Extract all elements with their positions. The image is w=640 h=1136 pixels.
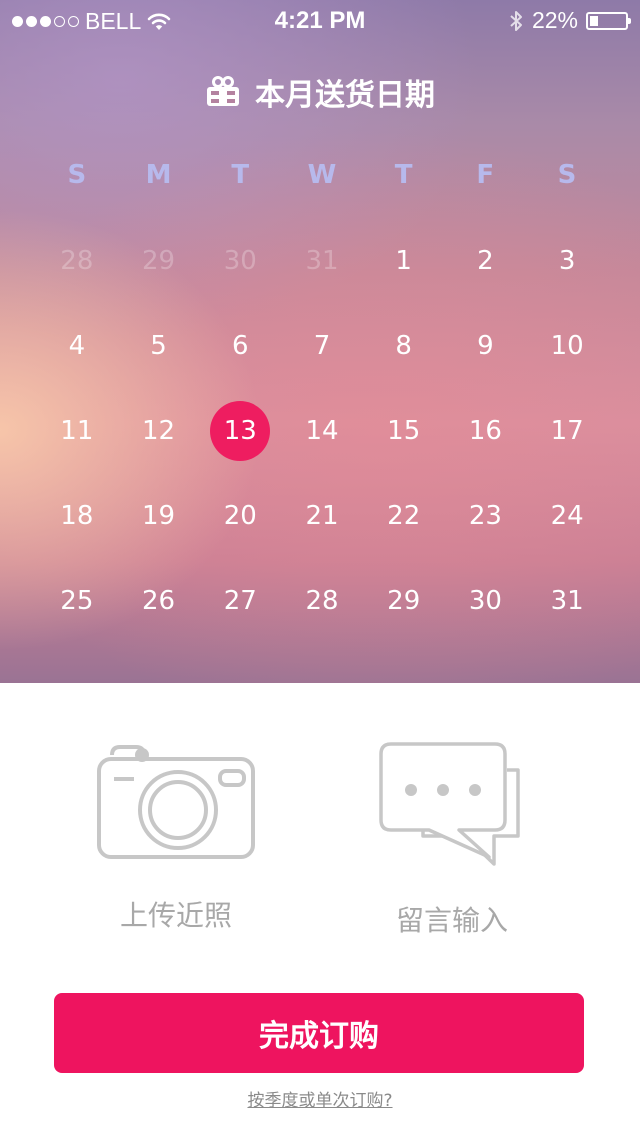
calendar-day-number: 10 <box>550 330 584 361</box>
calendar-day[interactable]: 8 <box>363 303 445 388</box>
calendar-day-number: 13 <box>223 415 257 446</box>
calendar-day-number: 23 <box>468 500 502 531</box>
calendar-day[interactable]: 21 <box>281 473 363 558</box>
calendar-day-number: 30 <box>223 245 257 276</box>
calendar-day-number: 21 <box>305 500 339 531</box>
weekday-label: M <box>145 160 172 190</box>
calendar-day-number: 26 <box>142 585 176 616</box>
calendar-day-number: 6 <box>232 330 249 361</box>
calendar-day-number: 17 <box>550 415 584 446</box>
calendar-day[interactable]: 17 <box>526 388 608 473</box>
calendar-day[interactable]: 15 <box>363 388 445 473</box>
calendar-day[interactable]: 3 <box>526 218 608 303</box>
complete-order-button[interactable]: 完成订购 <box>54 993 584 1073</box>
calendar-day-number: 27 <box>223 585 257 616</box>
weekday-label: T <box>394 160 413 190</box>
calendar-day-number: 4 <box>68 330 86 361</box>
upload-photo-label: 上传近照 <box>119 899 232 932</box>
weekday-header: S M T W T F S <box>36 160 608 190</box>
calendar-day-number: 3 <box>558 245 576 276</box>
calendar-day[interactable]: 27 <box>199 558 281 643</box>
calendar-day-number: 31 <box>305 245 339 276</box>
weekday-label: F <box>476 160 495 190</box>
chat-bubbles-icon <box>379 742 520 866</box>
weekday-label: S <box>557 160 577 190</box>
calendar-day[interactable]: 31 <box>526 558 608 643</box>
calendar-day-number: 9 <box>477 330 494 361</box>
calendar-day[interactable]: 22 <box>363 473 445 558</box>
calendar-day-number: 28 <box>60 245 94 276</box>
calendar-day-number: 2 <box>477 245 494 276</box>
calendar-day-number: 28 <box>305 585 339 616</box>
upload-photo-button[interactable]: 上传近照 <box>95 745 257 934</box>
calendar-day: 28 <box>36 218 118 303</box>
status-right: 22% <box>508 7 631 34</box>
calendar-hero: BELL 4:21 PM 22% 本月送货日期 S M T W T F S 28… <box>0 0 640 683</box>
calendar-day[interactable]: 9 <box>445 303 527 388</box>
calendar-day-number: 20 <box>223 500 257 531</box>
calendar-day[interactable]: 14 <box>281 388 363 473</box>
subscription-options-link[interactable]: 按季度或单次订购? <box>0 1086 640 1111</box>
calendar-day-number: 24 <box>550 500 584 531</box>
calendar-day-number: 30 <box>468 585 502 616</box>
leave-message-button[interactable]: 留言输入 <box>378 742 526 939</box>
calendar-day[interactable]: 5 <box>118 303 200 388</box>
gift-icon <box>207 76 239 106</box>
camera-icon <box>97 745 255 859</box>
calendar-day: 29 <box>118 218 200 303</box>
calendar-day[interactable]: 26 <box>118 558 200 643</box>
calendar-day-number: 29 <box>387 585 421 616</box>
calendar-day-number: 11 <box>60 415 94 446</box>
calendar-day-number: 14 <box>305 415 339 446</box>
weekday-label: S <box>67 160 87 190</box>
calendar-day[interactable]: 12 <box>118 388 200 473</box>
calendar-day-selected[interactable]: 13 <box>199 388 281 473</box>
calendar-day-number: 12 <box>142 415 176 446</box>
calendar-day[interactable]: 19 <box>118 473 200 558</box>
calendar-day[interactable]: 1 <box>363 218 445 303</box>
calendar-day[interactable]: 10 <box>526 303 608 388</box>
calendar-day[interactable]: 2 <box>445 218 527 303</box>
calendar-day-number: 31 <box>550 585 584 616</box>
calendar-day[interactable]: 6 <box>199 303 281 388</box>
calendar-day[interactable]: 4 <box>36 303 118 388</box>
calendar-day-number: 19 <box>142 500 176 531</box>
calendar-day-number: 29 <box>142 245 176 276</box>
calendar-day-number: 7 <box>313 330 331 361</box>
calendar-day[interactable]: 23 <box>445 473 527 558</box>
weekday-label: W <box>307 160 337 190</box>
calendar-day-number: 25 <box>60 585 94 616</box>
bluetooth-icon <box>510 10 522 31</box>
status-bar: BELL 4:21 PM 22% <box>0 0 640 40</box>
calendar-day-number: 8 <box>395 330 412 361</box>
calendar-day-number: 16 <box>468 415 502 446</box>
page-title: 本月送货日期 <box>0 70 640 114</box>
leave-message-label: 留言输入 <box>395 904 508 937</box>
battery-icon <box>586 11 631 30</box>
calendar-day[interactable]: 24 <box>526 473 608 558</box>
calendar-day[interactable]: 7 <box>281 303 363 388</box>
calendar-day[interactable]: 18 <box>36 473 118 558</box>
battery-percent: 22% <box>531 7 578 33</box>
calendar-day[interactable]: 11 <box>36 388 118 473</box>
calendar-day-number: 15 <box>387 415 421 446</box>
calendar-day[interactable]: 20 <box>199 473 281 558</box>
calendar-day-number: 5 <box>150 330 167 361</box>
calendar-day[interactable]: 28 <box>281 558 363 643</box>
weekday-label: T <box>231 160 250 190</box>
calendar-day[interactable]: 30 <box>445 558 527 643</box>
calendar-day[interactable]: 29 <box>363 558 445 643</box>
calendar-day[interactable]: 25 <box>36 558 118 643</box>
calendar-grid: 28 29 30 31 1 2 3 4 5 6 7 8 9 10 11 12 13 14 15 16 17 18 19 20 2… <box>36 218 608 643</box>
calendar-day: 31 <box>281 218 363 303</box>
calendar-day: 30 <box>199 218 281 303</box>
calendar-day-number: 18 <box>60 500 94 531</box>
title-text: 本月送货日期 <box>255 78 435 113</box>
calendar-day[interactable]: 16 <box>445 388 527 473</box>
calendar-day-number: 1 <box>395 245 412 276</box>
calendar-day-number: 22 <box>387 500 421 531</box>
